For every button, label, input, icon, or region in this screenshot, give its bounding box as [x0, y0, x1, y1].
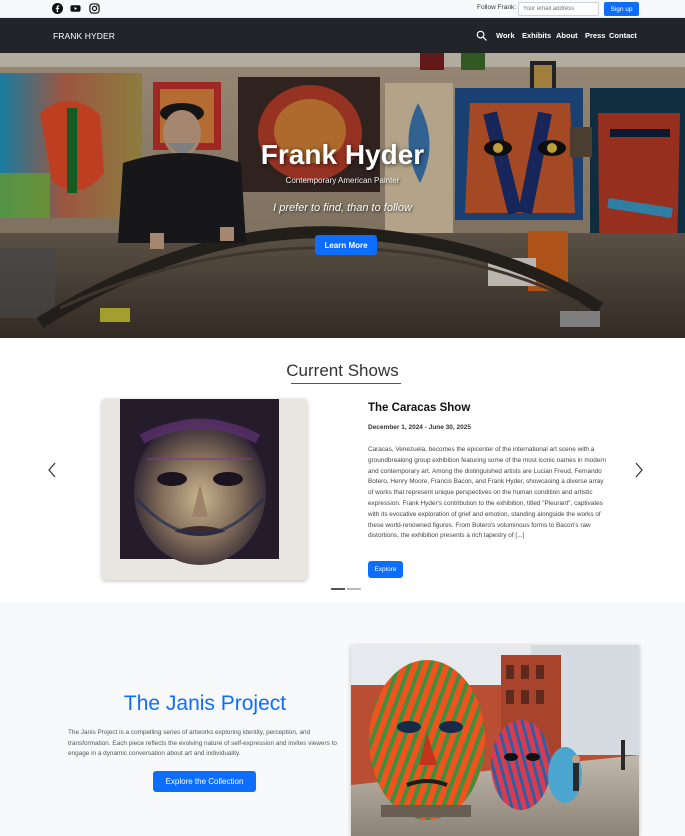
- show-description: Caracas, Venezuela, becomes the epicente…: [368, 446, 607, 540]
- janis-project-description: The Janis Project is a compelling series…: [68, 729, 337, 757]
- nav-link-press[interactable]: Press: [585, 31, 605, 40]
- youtube-icon[interactable]: [70, 3, 81, 14]
- main-navbar: FRANK HYDER Work Exhibits About Press Co…: [0, 18, 685, 53]
- caracas-show-artwork: [102, 399, 307, 580]
- newsletter-email-input[interactable]: [518, 2, 599, 16]
- nav-link-exhibits[interactable]: Exhibits: [522, 31, 551, 40]
- chevron-left-icon[interactable]: [47, 462, 57, 478]
- nav-link-about[interactable]: About: [556, 31, 578, 40]
- hero-overlay: [0, 53, 685, 338]
- current-shows-heading: Current Shows: [286, 361, 399, 380]
- follow-label: Follow Frank:: [477, 4, 517, 11]
- top-utility-bar: Follow Frank: Sign up: [0, 0, 685, 18]
- chevron-right-icon[interactable]: [634, 462, 644, 478]
- janis-project-section: The Janis Project The Janis Project is a…: [0, 602, 685, 836]
- learn-more-button[interactable]: Learn More: [315, 235, 377, 255]
- facebook-icon[interactable]: [52, 3, 63, 14]
- hero-tagline: I prefer to find, than to follow: [273, 202, 412, 214]
- nav-link-contact[interactable]: Contact: [609, 31, 637, 40]
- carousel-indicator-1[interactable]: [331, 588, 345, 590]
- show-title: The Caracas Show: [368, 402, 471, 414]
- janis-project-title: The Janis Project: [123, 692, 287, 715]
- janis-sculpture-photo: [351, 645, 639, 836]
- show-dates: December 1, 2024 - June 30, 2025: [368, 424, 471, 431]
- signup-button[interactable]: Sign up: [604, 2, 639, 16]
- carousel-indicator-2[interactable]: [347, 588, 361, 590]
- instagram-icon[interactable]: [89, 3, 100, 14]
- explore-button[interactable]: Explore: [368, 561, 403, 578]
- hero-banner: Frank Hyder Contemporary American Painte…: [0, 53, 685, 338]
- nav-link-work[interactable]: Work: [496, 31, 515, 40]
- hero-title: Frank Hyder: [260, 139, 425, 170]
- search-icon[interactable]: [476, 30, 487, 41]
- explore-collection-button[interactable]: Explore the Collection: [153, 771, 256, 792]
- heading-underline: [291, 383, 401, 384]
- hero-subtitle: Contemporary American Painter: [285, 176, 400, 185]
- site-brand[interactable]: FRANK HYDER: [53, 31, 115, 41]
